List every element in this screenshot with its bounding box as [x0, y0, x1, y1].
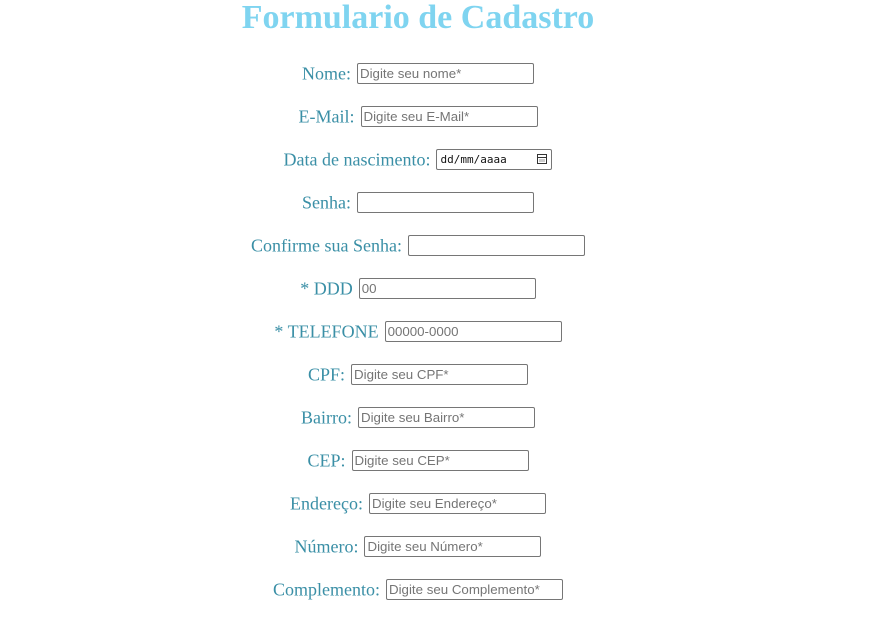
email-row: E-Mail: — [0, 105, 836, 127]
numero-input[interactable] — [364, 535, 542, 557]
endereco-label: Endereço: — [290, 493, 363, 514]
confirme-senha-input[interactable] — [407, 234, 585, 256]
complemento-input[interactable] — [386, 578, 563, 600]
cep-input[interactable] — [351, 449, 529, 471]
confirme-senha-label: Confirme sua Senha: — [251, 235, 402, 256]
endereco-input[interactable] — [368, 492, 546, 514]
telefone-input[interactable] — [384, 320, 562, 342]
cep-label: CEP: — [307, 450, 346, 471]
ddd-label: * DDD — [300, 278, 353, 299]
senha-input[interactable] — [357, 191, 534, 213]
nascimento-label: Data de nascimento: — [283, 149, 431, 170]
confirme-senha-row: Confirme sua Senha: — [0, 234, 836, 256]
ddd-row: * DDD — [0, 277, 836, 299]
complemento-label: Complemento: — [273, 579, 380, 600]
cpf-row: CPF: — [0, 363, 836, 385]
bairro-label: Bairro: — [301, 407, 352, 428]
nome-label: Nome: — [302, 63, 351, 84]
senha-row: Senha: — [0, 191, 836, 213]
numero-row: Número: — [0, 535, 836, 557]
registration-page: Formulario de Cadastro Nome: E-Mail: Dat… — [0, 0, 836, 600]
nascimento-row: Data de nascimento: dd/mm/aaaa — [0, 148, 836, 170]
email-label: E-Mail: — [298, 106, 355, 127]
complemento-row: Complemento: — [0, 578, 836, 600]
nascimento-date-input[interactable]: dd/mm/aaaa — [436, 148, 553, 170]
bairro-row: Bairro: — [0, 406, 836, 428]
nome-row: Nome: — [0, 62, 836, 84]
ddd-input[interactable] — [358, 277, 536, 299]
endereco-row: Endereço: — [0, 492, 836, 514]
cpf-input[interactable] — [351, 363, 529, 385]
email-input[interactable] — [360, 105, 538, 127]
bairro-input[interactable] — [358, 406, 535, 428]
telefone-row: * TELEFONE — [0, 320, 836, 342]
date-placeholder: dd/mm/aaaa — [440, 152, 507, 166]
page-title: Formulario de Cadastro — [241, 0, 595, 36]
numero-label: Número: — [294, 536, 359, 557]
cep-row: CEP: — [0, 449, 836, 471]
senha-label: Senha: — [302, 192, 351, 213]
nome-input[interactable] — [357, 62, 534, 84]
telefone-label: * TELEFONE — [274, 321, 379, 342]
cpf-label: CPF: — [307, 364, 346, 385]
calendar-icon[interactable] — [537, 153, 548, 164]
